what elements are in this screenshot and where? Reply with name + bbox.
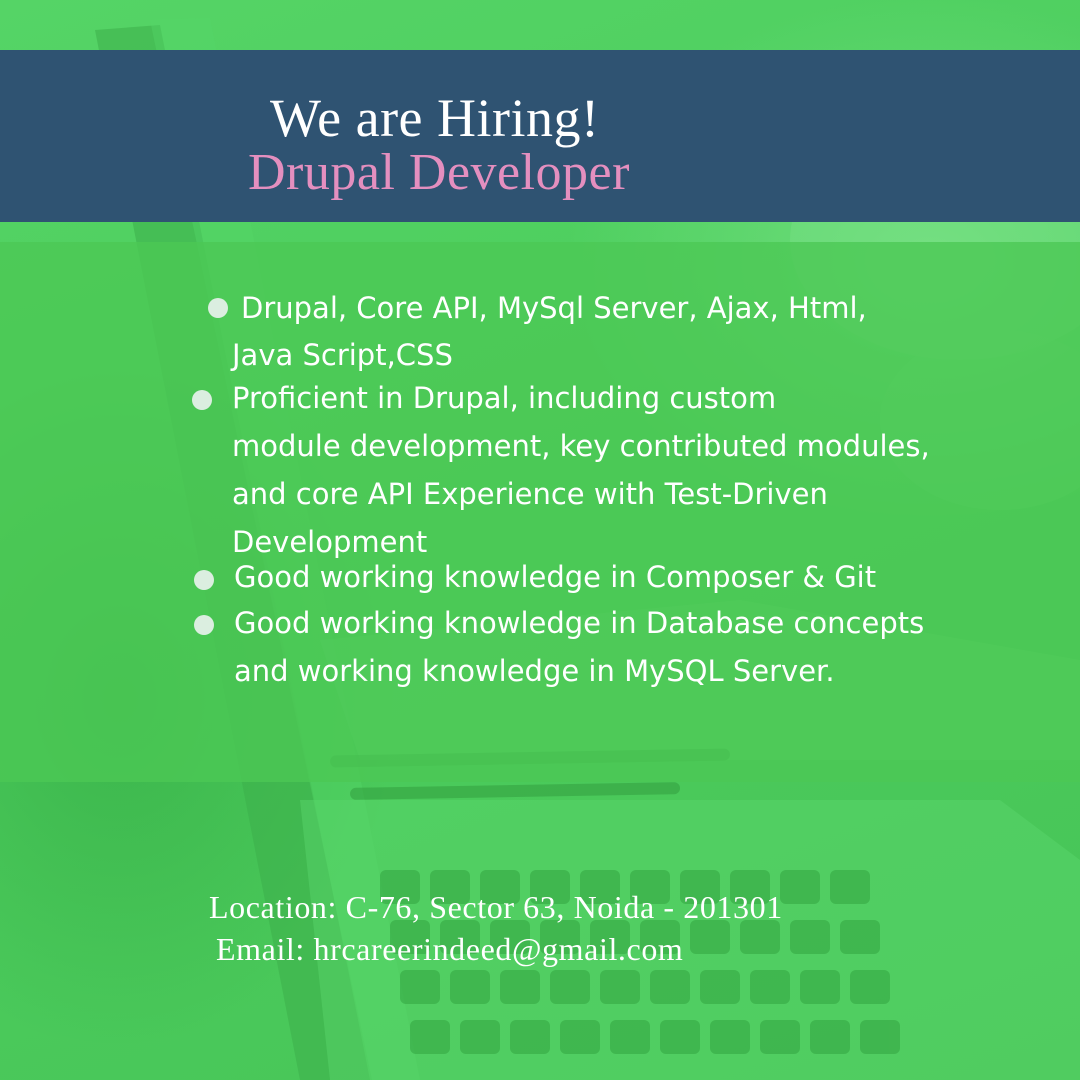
job-title: Drupal Developer <box>248 144 630 201</box>
requirement-2-line-2: module development, key contributed modu… <box>232 429 930 463</box>
bullet-icon <box>194 615 214 635</box>
bullet-icon <box>194 570 214 590</box>
requirement-2-line-1: Proficient in Drupal, including custom <box>232 381 777 415</box>
requirement-4-line-1: Good working knowledge in Database conce… <box>234 606 925 640</box>
requirement-2-line-3: and core API Experience with Test-Driven <box>232 477 828 511</box>
requirement-1-line-2: Java Script,CSS <box>232 338 453 372</box>
hiring-poster: We are Hiring! Drupal Developer Drupal, … <box>0 0 1080 1080</box>
location-text: Location: C-76, Sector 63, Noida - 20130… <box>209 889 783 925</box>
requirement-3-line-1: Good working knowledge in Composer & Git <box>234 560 877 594</box>
email-text: Email: hrcareerindeed@gmail.com <box>216 931 684 967</box>
requirement-1-line-1: Drupal, Core API, MySql Server, Ajax, Ht… <box>241 291 867 325</box>
bullet-icon <box>208 298 228 318</box>
requirement-4-line-2: and working knowledge in MySQL Server. <box>234 654 835 688</box>
bullet-icon <box>192 390 212 410</box>
